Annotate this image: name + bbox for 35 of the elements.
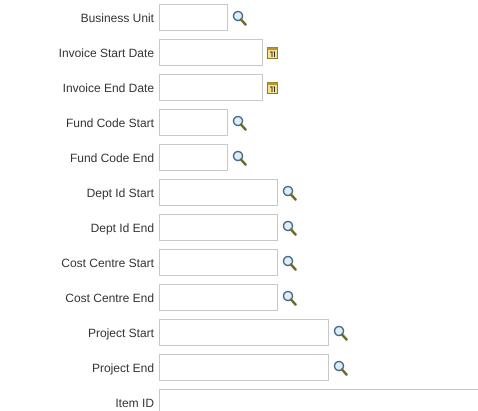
input-field[interactable] — [159, 319, 329, 346]
field-label: Invoice End Date — [62, 80, 155, 94]
input-field[interactable] — [159, 249, 278, 276]
search-icon[interactable] — [282, 290, 297, 306]
input-field[interactable] — [159, 39, 263, 66]
search-icon[interactable] — [333, 324, 348, 340]
field-label: Dept Id Start — [86, 186, 155, 200]
input-field[interactable] — [159, 179, 278, 206]
field-label: Cost Centre Start — [60, 256, 155, 270]
search-icon[interactable] — [282, 220, 297, 236]
field-label: Project Start — [86, 326, 155, 340]
calendar-icon[interactable] — [267, 81, 278, 94]
field-label: Dept Id End — [90, 220, 155, 234]
input-field[interactable] — [159, 214, 278, 241]
field-label: Invoice Start Date — [58, 46, 155, 60]
field-label: Cost Centre End — [64, 290, 155, 304]
search-icon[interactable] — [232, 150, 247, 166]
search-icon[interactable] — [232, 10, 247, 26]
search-icon[interactable] — [333, 360, 348, 376]
input-field[interactable] — [159, 74, 263, 101]
field-label: Fund Code Start — [64, 116, 155, 130]
input-field[interactable] — [159, 4, 228, 31]
calendar-icon[interactable] — [267, 46, 278, 59]
search-icon[interactable] — [282, 254, 297, 270]
field-label: Item ID — [114, 396, 155, 410]
input-field[interactable] — [159, 389, 478, 411]
input-field[interactable] — [159, 144, 228, 171]
field-label: Project End — [90, 360, 155, 374]
search-icon[interactable] — [232, 114, 247, 130]
search-icon[interactable] — [282, 184, 297, 200]
input-field[interactable] — [159, 109, 228, 136]
input-field[interactable] — [159, 284, 278, 311]
field-label: Fund Code End — [68, 150, 155, 164]
input-field[interactable] — [159, 354, 329, 381]
field-label: Business Unit — [80, 10, 155, 24]
